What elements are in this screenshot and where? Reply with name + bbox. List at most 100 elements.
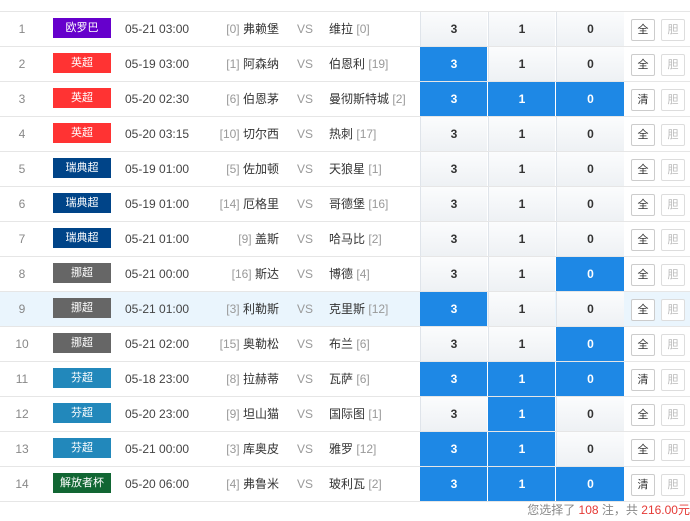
banker-button[interactable]: 胆	[661, 159, 685, 181]
option-win[interactable]: 3	[420, 222, 487, 256]
select-all-button[interactable]: 全	[631, 439, 655, 461]
select-all-button[interactable]: 全	[631, 54, 655, 76]
league-badge[interactable]: 英超	[53, 53, 111, 73]
option-lose[interactable]: 0	[556, 82, 624, 116]
select-all-button[interactable]: 全	[631, 19, 655, 41]
option-draw[interactable]: 1	[488, 257, 555, 291]
select-all-button[interactable]: 全	[631, 124, 655, 146]
select-all-button[interactable]: 全	[631, 194, 655, 216]
match-table: 1 欧罗巴 05-21 03:00 [0] 弗赖堡 VS 维拉 [0] 3 1 0 全胆 2 英超 05…	[0, 12, 690, 502]
away-rank: [19]	[368, 57, 389, 71]
row-number: 3	[18, 92, 26, 106]
option-win[interactable]: 3	[420, 432, 487, 466]
vs-label: VS	[296, 232, 313, 246]
banker-button[interactable]: 胆	[661, 54, 685, 76]
banker-button[interactable]: 胆	[661, 439, 685, 461]
option-lose[interactable]: 0	[556, 362, 624, 396]
league-badge[interactable]: 解放者杯	[53, 473, 111, 493]
option-win[interactable]: 3	[420, 12, 487, 46]
select-all-button[interactable]: 全	[631, 299, 655, 321]
banker-button[interactable]: 胆	[661, 124, 685, 146]
league-badge[interactable]: 瑞典超	[53, 193, 111, 213]
option-lose[interactable]: 0	[556, 292, 624, 326]
match-time: 05-21 00:00	[125, 442, 190, 456]
banker-button[interactable]: 胆	[661, 19, 685, 41]
option-lose[interactable]: 0	[556, 152, 624, 186]
option-win[interactable]: 3	[420, 327, 487, 361]
banker-button[interactable]: 胆	[661, 194, 685, 216]
select-all-button[interactable]: 清	[631, 89, 655, 111]
select-all-button[interactable]: 全	[631, 229, 655, 251]
banker-button[interactable]: 胆	[661, 299, 685, 321]
banker-button[interactable]: 胆	[661, 404, 685, 426]
option-draw[interactable]: 1	[488, 362, 555, 396]
option-lose[interactable]: 0	[556, 467, 624, 501]
away-name: 哥德堡	[329, 197, 366, 211]
option-lose[interactable]: 0	[556, 432, 624, 466]
option-draw[interactable]: 1	[488, 47, 555, 81]
league-badge[interactable]: 欧罗巴	[53, 18, 111, 38]
select-all-button[interactable]: 全	[631, 159, 655, 181]
option-win[interactable]: 3	[420, 152, 487, 186]
home-team: [8] 拉赫蒂	[196, 362, 279, 396]
league-badge[interactable]: 挪超	[53, 298, 111, 318]
row-number: 1	[18, 22, 26, 36]
option-draw[interactable]: 1	[488, 292, 555, 326]
option-lose[interactable]: 0	[556, 12, 624, 46]
vs-label: VS	[296, 127, 313, 141]
banker-button[interactable]: 胆	[661, 229, 685, 251]
select-all-button[interactable]: 全	[631, 334, 655, 356]
option-lose[interactable]: 0	[556, 327, 624, 361]
option-draw[interactable]: 1	[488, 467, 555, 501]
option-lose[interactable]: 0	[556, 257, 624, 291]
banker-button[interactable]: 胆	[661, 474, 685, 496]
option-win[interactable]: 3	[420, 397, 487, 431]
league-badge[interactable]: 瑞典超	[53, 228, 111, 248]
away-name: 伯恩利	[329, 57, 366, 71]
option-lose[interactable]: 0	[556, 47, 624, 81]
option-draw[interactable]: 1	[488, 12, 555, 46]
league-badge[interactable]: 英超	[53, 123, 111, 143]
banker-button[interactable]: 胆	[661, 334, 685, 356]
league-badge[interactable]: 挪超	[53, 263, 111, 283]
option-win[interactable]: 3	[420, 467, 487, 501]
option-draw[interactable]: 1	[488, 187, 555, 221]
league-badge[interactable]: 芬超	[53, 403, 111, 423]
away-team: 哈马比 [2]	[329, 222, 417, 256]
option-win[interactable]: 3	[420, 82, 487, 116]
option-draw[interactable]: 1	[488, 432, 555, 466]
away-name: 热刺	[329, 127, 354, 141]
home-team: [14] 厄格里	[196, 187, 279, 221]
option-win[interactable]: 3	[420, 257, 487, 291]
option-lose[interactable]: 0	[556, 187, 624, 221]
banker-button[interactable]: 胆	[661, 369, 685, 391]
match-time: 05-21 01:00	[125, 302, 190, 316]
option-draw[interactable]: 1	[488, 82, 555, 116]
league-badge[interactable]: 英超	[53, 88, 111, 108]
select-all-button[interactable]: 全	[631, 404, 655, 426]
select-all-button[interactable]: 全	[631, 264, 655, 286]
option-lose[interactable]: 0	[556, 397, 624, 431]
option-draw[interactable]: 1	[488, 397, 555, 431]
option-draw[interactable]: 1	[488, 152, 555, 186]
option-draw[interactable]: 1	[488, 327, 555, 361]
select-all-button[interactable]: 清	[631, 474, 655, 496]
option-draw[interactable]: 1	[488, 222, 555, 256]
banker-button[interactable]: 胆	[661, 89, 685, 111]
option-lose[interactable]: 0	[556, 222, 624, 256]
select-all-button[interactable]: 清	[631, 369, 655, 391]
home-name: 拉赫蒂	[242, 372, 279, 386]
option-win[interactable]: 3	[420, 187, 487, 221]
option-win[interactable]: 3	[420, 292, 487, 326]
option-lose[interactable]: 0	[556, 117, 624, 151]
league-badge[interactable]: 芬超	[53, 368, 111, 388]
option-win[interactable]: 3	[420, 47, 487, 81]
option-draw[interactable]: 1	[488, 117, 555, 151]
league-badge[interactable]: 瑞典超	[53, 158, 111, 178]
away-name: 曼彻斯特城	[329, 92, 390, 106]
league-badge[interactable]: 挪超	[53, 333, 111, 353]
option-win[interactable]: 3	[420, 117, 487, 151]
league-badge[interactable]: 芬超	[53, 438, 111, 458]
banker-button[interactable]: 胆	[661, 264, 685, 286]
option-win[interactable]: 3	[420, 362, 487, 396]
